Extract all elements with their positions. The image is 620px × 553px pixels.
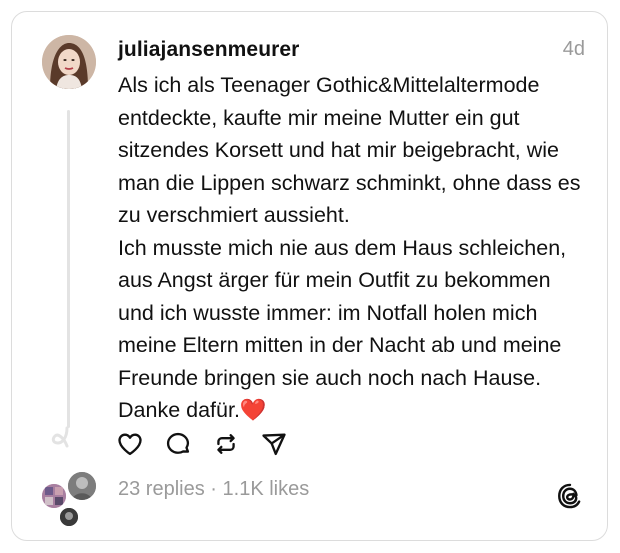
avatar[interactable] bbox=[42, 35, 96, 89]
comment-icon bbox=[166, 432, 190, 454]
thread-loop-icon bbox=[51, 426, 69, 448]
send-icon bbox=[262, 433, 286, 456]
reply-avatar bbox=[40, 482, 68, 510]
post-time: 4d bbox=[562, 38, 585, 60]
reply-avatar bbox=[58, 506, 80, 528]
likes-count[interactable]: 1.1K likes bbox=[223, 478, 310, 500]
reply-avatars bbox=[38, 470, 100, 528]
replies-count[interactable]: 23 replies bbox=[118, 478, 205, 500]
thread-line bbox=[67, 110, 70, 428]
repost-button[interactable] bbox=[212, 430, 240, 458]
username[interactable]: juliajansenmeurer bbox=[118, 38, 299, 62]
post-paragraph: Als ich als Teenager Gothic&Mittelalterm… bbox=[118, 73, 581, 227]
reply-avatar bbox=[66, 470, 98, 502]
like-button[interactable] bbox=[116, 430, 144, 458]
stats-separator: · bbox=[210, 478, 217, 500]
post-paragraph: Ich musste mich nie aus dem Haus schleic… bbox=[118, 235, 567, 423]
post-body: Als ich als Teenager Gothic&Mittelalterm… bbox=[118, 69, 588, 427]
reply-button[interactable] bbox=[164, 430, 192, 458]
heart-icon bbox=[118, 433, 142, 456]
profile-photo bbox=[42, 35, 96, 89]
post-stats: 23 replies · 1.1K likes bbox=[118, 478, 309, 501]
share-button[interactable] bbox=[260, 430, 288, 458]
repost-icon bbox=[217, 434, 235, 454]
threads-logo-icon[interactable] bbox=[556, 482, 584, 510]
red-heart-emoji: ❤️ bbox=[239, 398, 267, 422]
